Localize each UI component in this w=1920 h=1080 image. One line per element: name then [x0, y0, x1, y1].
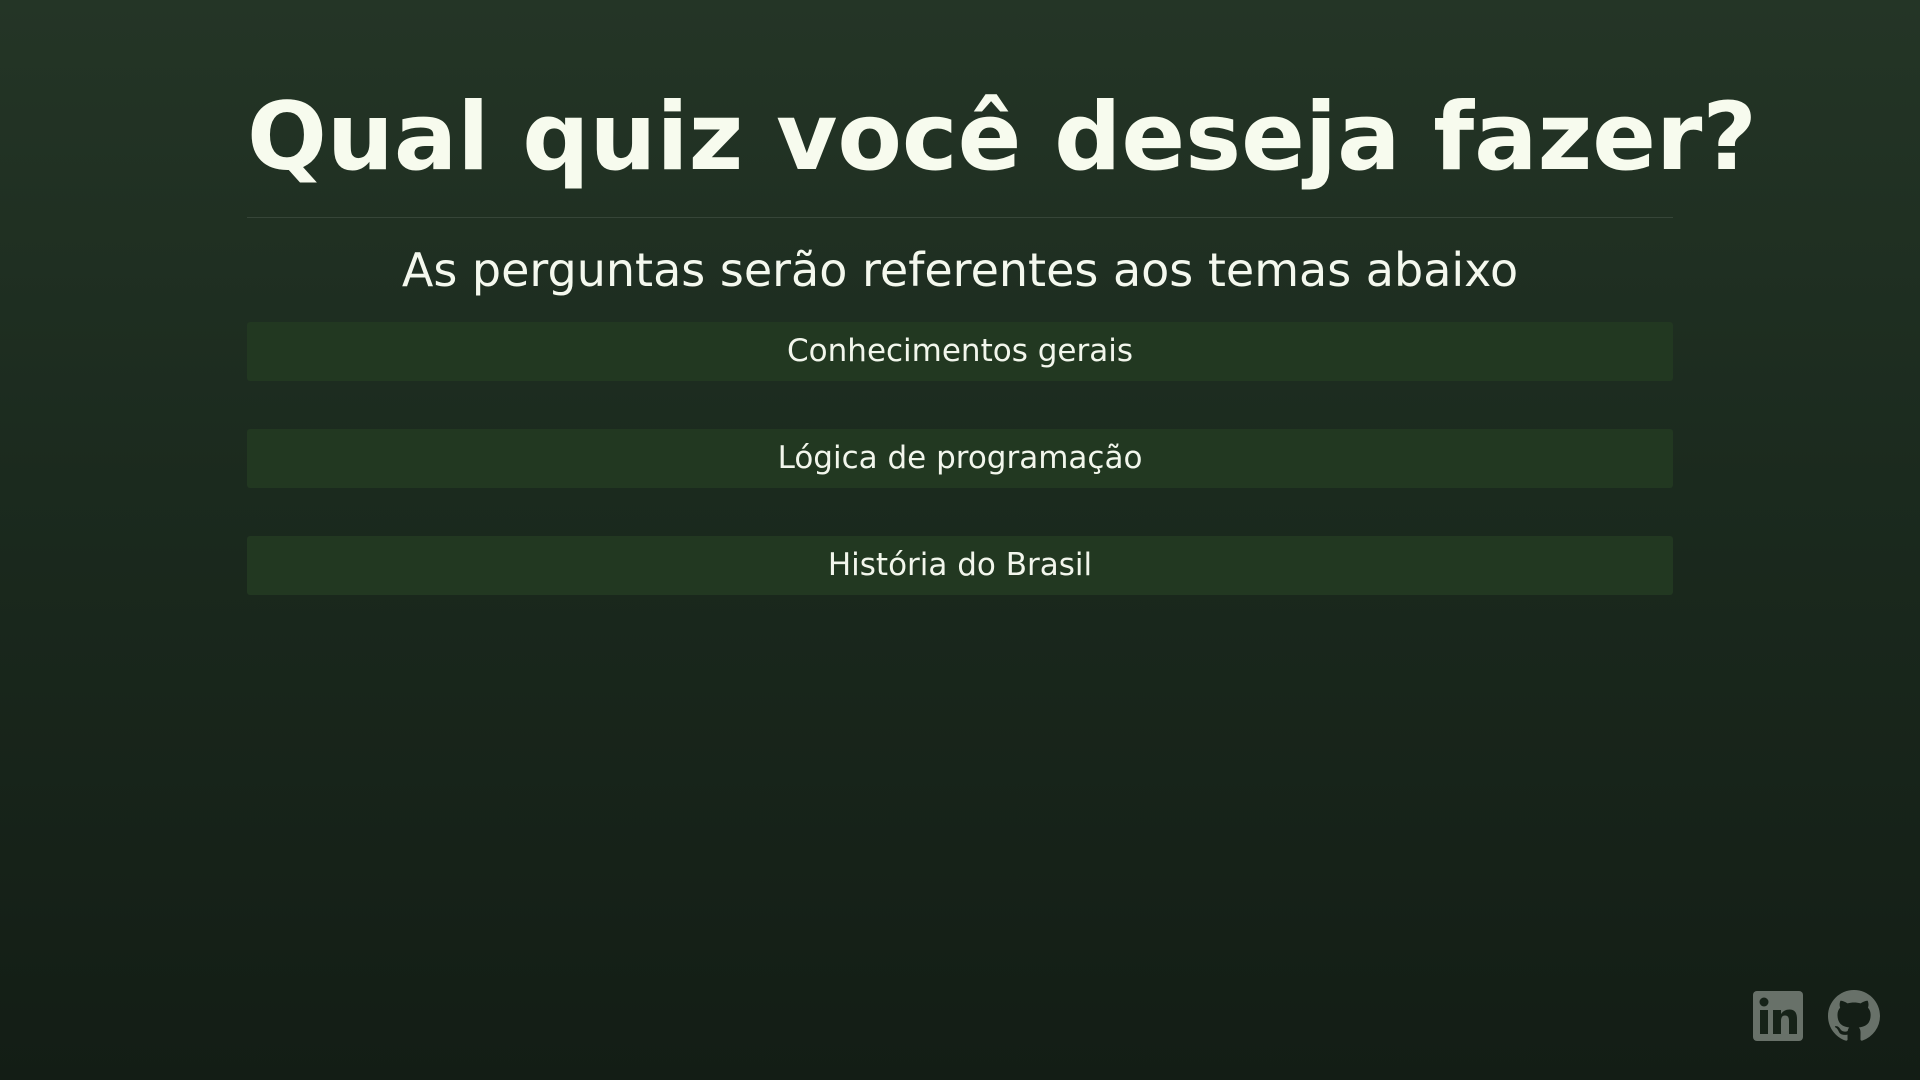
- quiz-option-logica-de-programacao-button[interactable]: Lógica de programação: [247, 429, 1673, 488]
- github-icon: [1828, 990, 1880, 1041]
- linkedin-link[interactable]: [1752, 990, 1804, 1042]
- main-content: Qual quiz você deseja fazer? As pergunta…: [247, 0, 1757, 643]
- linkedin-icon: [1753, 991, 1803, 1041]
- page-subtitle: As perguntas serão referentes aos temas …: [401, 243, 1519, 297]
- github-link[interactable]: [1828, 990, 1880, 1042]
- quiz-option-conhecimentos-gerais-button[interactable]: Conhecimentos gerais: [247, 322, 1673, 381]
- quiz-option-historia-do-brasil-button[interactable]: História do Brasil: [247, 536, 1673, 595]
- social-links: [1752, 990, 1880, 1042]
- page-title: Qual quiz você deseja fazer?: [247, 83, 1757, 192]
- title-divider: [247, 217, 1673, 218]
- quiz-options-list: Conhecimentos gerais Lógica de programaç…: [247, 322, 1673, 595]
